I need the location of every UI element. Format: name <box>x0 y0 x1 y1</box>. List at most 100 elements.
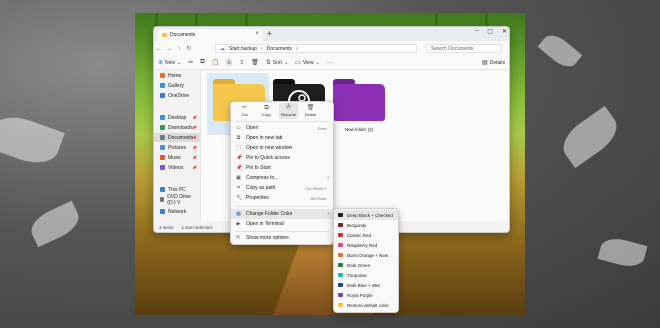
more-options-icon: ⇱ <box>236 235 241 241</box>
menu-label: Properties <box>246 195 269 201</box>
download-icon <box>160 125 165 130</box>
shortcut: Alt+Enter <box>310 195 327 201</box>
sort-icon: ⇅ <box>265 60 271 66</box>
color-option[interactable]: Deep Black + Checked <box>334 210 398 220</box>
pin-icon: 📌 <box>192 165 197 170</box>
breadcrumb-item[interactable]: Documents <box>267 46 292 52</box>
menu-label: Show more options <box>246 235 289 241</box>
color-swatch <box>338 213 343 217</box>
trash-icon: 🗑 <box>306 105 315 111</box>
new-tab-button[interactable]: + <box>267 29 272 38</box>
sidebar-item-label: Pictures <box>168 144 187 151</box>
color-option[interactable]: Dark Green <box>334 260 398 270</box>
copy-toolbar-button[interactable]: ⧉ <box>200 59 204 66</box>
menu-label: Open in Terminal <box>246 221 284 227</box>
sidebar-item-downloads[interactable]: Downloads 📌 <box>154 123 200 132</box>
sidebar-item-label: Gallery <box>168 82 184 89</box>
color-option[interactable]: Dark Blue + Wet <box>334 280 398 290</box>
menu-open-new-tab[interactable]: ⧉ Open in new tab <box>231 133 333 143</box>
sidebar-item-music[interactable]: Music 📌 <box>154 153 200 162</box>
path-icon: ⌗ <box>237 185 240 191</box>
color-option[interactable]: Restore default color <box>334 300 398 310</box>
music-icon <box>160 155 165 160</box>
menu-show-more-options[interactable]: ⇱ Show more options <box>231 233 333 243</box>
maximize-icon[interactable]: ▢ <box>487 28 493 35</box>
folder-name: New folder (2) <box>344 127 374 132</box>
forward-icon[interactable]: → <box>164 46 174 52</box>
copy-label: Copy <box>261 112 272 117</box>
rename-button[interactable]: Ⓐ Rename <box>279 103 298 119</box>
menu-open[interactable]: ▭ Open Enter <box>231 123 333 133</box>
tab-documents[interactable]: Documents × <box>158 29 263 41</box>
color-option[interactable]: Classic Red <box>334 230 398 240</box>
gallery-icon <box>160 83 165 88</box>
menu-pin-start[interactable]: 📌 Pin to Start <box>231 163 333 173</box>
menu-properties[interactable]: 🔧 Properties Alt+Enter <box>231 193 333 203</box>
sidebar-item-pictures[interactable]: Pictures 📌 <box>154 143 200 152</box>
selection-count: 1 item selected <box>181 224 212 230</box>
quick-actions: ✂ Cut ⧉ Copy Ⓐ Rename 🗑 Delete <box>231 102 333 120</box>
back-icon[interactable]: ← <box>154 46 164 52</box>
delete-toolbar-button[interactable]: 🗑 <box>251 59 259 66</box>
close-window-icon[interactable]: ✕ <box>502 28 507 35</box>
rename-toolbar-button[interactable]: Ⓐ <box>226 58 232 67</box>
search-input[interactable]: Search Documents <box>426 44 502 53</box>
divider <box>235 121 329 122</box>
menu-pin-quick-access[interactable]: 📌 Pin to Quick access <box>231 153 333 163</box>
item-count: 3 items <box>159 224 174 230</box>
view-button[interactable]: ▭ View ⌄ <box>295 59 320 67</box>
color-swatch <box>338 303 343 307</box>
details-button[interactable]: ▤ Details <box>482 59 505 67</box>
sidebar-item-label: OneDrive <box>168 92 190 99</box>
color-option[interactable]: Burnt Orange + New <box>334 250 398 260</box>
copy-button[interactable]: ⧉ Copy <box>257 103 276 119</box>
scissors-icon: ✂ <box>241 105 248 111</box>
color-swatch <box>338 273 343 277</box>
folder-item[interactable] <box>333 79 385 121</box>
refresh-icon[interactable]: ↻ <box>184 45 194 52</box>
menu-open-new-window[interactable]: ⬚ Open in new window <box>231 143 333 153</box>
color-label: Deep Black + Checked <box>347 212 393 218</box>
rename-label: Rename <box>280 112 297 117</box>
close-tab-icon[interactable]: × <box>255 31 259 37</box>
view-label: View <box>302 59 314 66</box>
minimize-icon[interactable]: – <box>475 28 478 35</box>
more-button[interactable]: ··· <box>327 60 333 66</box>
sidebar-item-home[interactable]: Home <box>154 71 200 80</box>
sidebar-item-dvd-drive[interactable]: DVD Drive (D:) V <box>154 194 200 206</box>
breadcrumb-item[interactable]: Start backup <box>229 46 257 52</box>
menu-compress[interactable]: ▣ Compress to... › <box>231 173 333 183</box>
scissors-icon: ✂ <box>188 60 194 66</box>
color-option[interactable]: Turquoise <box>334 270 398 280</box>
breadcrumb[interactable]: ☁ Start backup › Documents › <box>215 44 417 53</box>
wrench-icon: 🔧 <box>236 195 243 201</box>
chevron-right-icon: › <box>261 45 263 52</box>
divider <box>235 206 329 207</box>
sidebar-item-onedrive[interactable]: OneDrive <box>154 91 200 100</box>
home-icon <box>160 73 165 78</box>
sidebar-item-gallery[interactable]: Gallery <box>154 81 200 90</box>
sort-button[interactable]: ⇅ Sort ⌄ <box>265 59 288 67</box>
color-option[interactable]: Burgundy <box>334 220 398 230</box>
delete-button[interactable]: 🗑 Delete <box>301 103 320 119</box>
plus-icon: ⊕ <box>158 60 164 66</box>
paste-toolbar-button[interactable]: 📋 <box>212 59 219 66</box>
color-option[interactable]: Raspberry Red <box>334 240 398 250</box>
sidebar-item-network[interactable]: Network <box>154 207 200 216</box>
videos-icon <box>160 165 165 170</box>
new-button[interactable]: ⊕ New ⌄ <box>158 59 181 67</box>
up-icon[interactable]: ↑ <box>174 46 184 52</box>
menu-change-folder-color[interactable]: ▦ Change Folder Color › <box>231 209 333 219</box>
sidebar-item-videos[interactable]: Videos 📌 <box>154 163 200 172</box>
sidebar-item-desktop[interactable]: Desktop 📌 <box>154 113 200 122</box>
color-label: Royal Purple <box>347 292 373 298</box>
sidebar-item-documents[interactable]: Documents 📌 <box>154 133 200 142</box>
color-option[interactable]: Royal Purple <box>334 290 398 300</box>
cut-button[interactable]: ✂ Cut <box>235 103 254 119</box>
chevron-right-icon: › <box>296 45 298 52</box>
color-swatch <box>338 253 343 257</box>
share-toolbar-button[interactable]: ⇪ <box>239 59 244 66</box>
menu-open-terminal[interactable]: ▶ Open in Terminal <box>231 219 333 229</box>
menu-copy-as-path[interactable]: ⌗ Copy as path Ctrl+Shift+C <box>231 183 333 193</box>
cut-toolbar-button[interactable]: ✂ <box>188 59 193 66</box>
